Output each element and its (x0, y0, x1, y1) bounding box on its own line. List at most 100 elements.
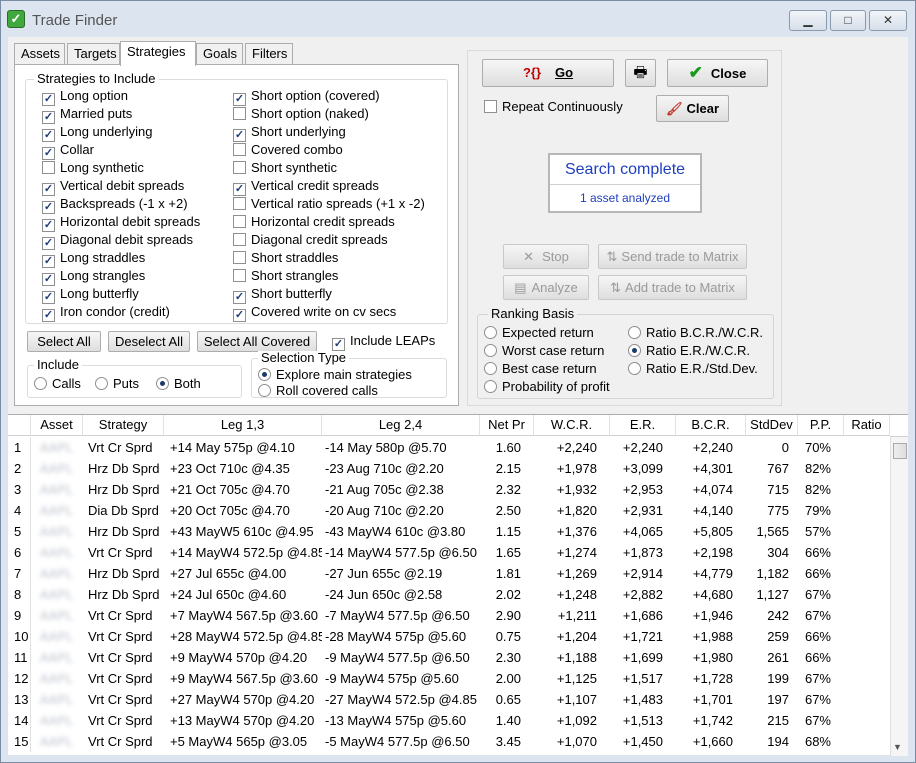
strategy-checkbox-right-7[interactable]: Horizontal credit spreads (233, 214, 395, 230)
close-button[interactable]: ✔ Close (667, 59, 768, 87)
grid-header-10[interactable]: P.P. (798, 415, 844, 436)
table-row[interactable]: 11 AAPL Vrt Cr Sprd +9 MayW4 570p @4.20 -9 M… (8, 647, 890, 668)
send-to-matrix-button[interactable]: ⇅ Send trade to Matrix (598, 244, 747, 269)
analyze-button[interactable]: ▤ Analyze (503, 275, 589, 300)
table-row[interactable]: 13 AAPL Vrt Cr Sprd +27 MayW4 570p @4.20 -27… (8, 689, 890, 710)
strategy-checkbox-left-5[interactable]: ✓ Vertical debit spreads (42, 178, 184, 196)
explore-main-radio[interactable]: Explore main strategies (258, 367, 412, 383)
strategy-checkbox-left-9[interactable]: ✓ Long straddles (42, 250, 146, 268)
strategy-checkbox-left-12[interactable]: ✓ Iron condor (credit) (42, 304, 170, 322)
print-button[interactable]: 🖶 (625, 59, 656, 87)
strategy-label: Short underlying (251, 124, 346, 139)
select-all-button[interactable]: Select All (27, 331, 101, 352)
stop-button[interactable]: ✕ Stop (503, 244, 589, 269)
ranking-option-radio-4[interactable]: Ratio B.C.R./W.C.R. (628, 325, 763, 341)
maximize-button[interactable]: □ (830, 10, 866, 31)
ranking-option-label: Expected return (502, 325, 594, 340)
strategy-checkbox-left-0[interactable]: ✓ Long option (42, 88, 128, 106)
grid-header-1[interactable]: Asset (31, 415, 83, 436)
table-row[interactable]: 5 AAPL Hrz Db Sprd +43 MayW5 610c @4.95 -43 … (8, 521, 890, 542)
grid-header-5[interactable]: Net Pr (480, 415, 534, 436)
grid-header-6[interactable]: W.C.R. (534, 415, 610, 436)
grid-header-8[interactable]: B.C.R. (676, 415, 746, 436)
grid-header-2[interactable]: Strategy (83, 415, 164, 436)
grid-header-3[interactable]: Leg 1,3 (164, 415, 322, 436)
strategy-checkbox-right-11[interactable]: ✓ Short butterfly (233, 286, 332, 304)
strategy-checkbox-right-4[interactable]: Short synthetic (233, 160, 337, 176)
strategy-checkbox-left-1[interactable]: ✓ Married puts (42, 106, 132, 124)
strategy-checkbox-right-1[interactable]: Short option (naked) (233, 106, 369, 122)
tab-goals[interactable]: Goals (196, 43, 243, 65)
strategy-checkbox-right-0[interactable]: ✓ Short option (covered) (233, 88, 380, 106)
clear-button[interactable]: 🖌 Clear (656, 95, 729, 122)
table-cell: 1.15 (495, 524, 521, 539)
add-to-matrix-button[interactable]: ⇅ Add trade to Matrix (598, 275, 747, 300)
table-row[interactable]: 2 AAPL Hrz Db Sprd +23 Oct 710c @4.35 -23 Au… (8, 458, 890, 479)
grid-header-0[interactable] (8, 415, 31, 436)
ranking-option-radio-0[interactable]: Expected return (484, 325, 594, 341)
strategy-checkbox-right-8[interactable]: Diagonal credit spreads (233, 232, 388, 248)
table-row[interactable]: 12 AAPL Vrt Cr Sprd +9 MayW4 567.5p @3.60 -9… (8, 668, 890, 689)
vertical-scrollbar[interactable] (890, 437, 908, 756)
table-row[interactable]: 8 AAPL Hrz Db Sprd +24 Jul 650c @4.60 -24 Ju… (8, 584, 890, 605)
table-row[interactable]: 10 AAPL Vrt Cr Sprd +28 MayW4 572.5p @4.85-… (8, 626, 890, 647)
grid-header-9[interactable]: StdDev (746, 415, 798, 436)
table-cell: +4,301 (692, 461, 733, 476)
grid-header-7[interactable]: E.R. (610, 415, 676, 436)
strategy-label: Long straddles (60, 250, 146, 265)
table-row[interactable]: 9 AAPL Vrt Cr Sprd +7 MayW4 567.5p @3.60 -7 … (8, 605, 890, 626)
grid-header-11[interactable]: Ratio (844, 415, 890, 436)
strategy-checkbox-right-12[interactable]: ✓ Covered write on cv secs (233, 304, 396, 322)
roll-covered-radio[interactable]: Roll covered calls (258, 383, 378, 399)
scroll-down-arrow-icon[interactable]: ▼ (893, 742, 902, 752)
strategy-checkbox-right-9[interactable]: Short straddles (233, 250, 338, 266)
strategy-checkbox-left-10[interactable]: ✓ Long strangles (42, 268, 145, 286)
table-row[interactable]: 15 AAPL Vrt Cr Sprd +5 MayW4 565p @3.05 -5 M… (8, 731, 890, 752)
tab-strategies[interactable]: Strategies (120, 41, 196, 66)
strategy-checkbox-left-4[interactable]: Long synthetic (42, 160, 144, 176)
ranking-option-radio-1[interactable]: Worst case return (484, 343, 604, 359)
strategy-checkbox-right-10[interactable]: Short strangles (233, 268, 338, 284)
strategy-checkbox-right-2[interactable]: ✓ Short underlying (233, 124, 346, 142)
include-calls-radio[interactable]: Calls (34, 376, 81, 392)
select-all-covered-button[interactable]: Select All Covered (197, 331, 317, 352)
repeat-continuously-checkbox[interactable]: Repeat Continuously (484, 99, 623, 115)
minimize-button[interactable]: ▁ (789, 10, 827, 31)
strategy-checkbox-right-3[interactable]: Covered combo (233, 142, 343, 158)
strategy-checkbox-left-3[interactable]: ✓ Collar (42, 142, 94, 160)
ranking-option-radio-2[interactable]: Best case return (484, 361, 597, 377)
include-puts-radio[interactable]: Puts (95, 376, 139, 392)
close-window-button[interactable]: ✕ (869, 10, 907, 31)
table-row[interactable]: 3 AAPL Hrz Db Sprd +21 Oct 705c @4.70 -21 Au… (8, 479, 890, 500)
ranking-option-radio-6[interactable]: Ratio E.R./Std.Dev. (628, 361, 758, 377)
strategy-checkbox-left-11[interactable]: ✓ Long butterfly (42, 286, 139, 304)
strategy-checkbox-left-6[interactable]: ✓ Backspreads (-1 x +2) (42, 196, 188, 214)
table-row[interactable]: 6 AAPL Vrt Cr Sprd +14 MayW4 572.5p @4.85 -1… (8, 542, 890, 563)
tab-filters[interactable]: Filters (245, 43, 293, 65)
include-both-radio[interactable]: Both (156, 376, 201, 392)
include-leaps-checkbox[interactable]: ✓ Include LEAPs (332, 333, 435, 351)
tab-assets[interactable]: Assets (14, 43, 65, 65)
table-cell: AAPL (40, 524, 74, 539)
table-row[interactable]: 4 AAPL Dia Db Sprd +20 Oct 705c @4.70 -20 Au… (8, 500, 890, 521)
strategy-checkbox-left-2[interactable]: ✓ Long underlying (42, 124, 153, 142)
table-cell (844, 500, 890, 521)
ranking-option-radio-5[interactable]: Ratio E.R./W.C.R. (628, 343, 750, 359)
tab-targets[interactable]: Targets (67, 43, 120, 65)
table-row[interactable]: 7 AAPL Hrz Db Sprd +27 Jul 655c @4.00 -27 Ju… (8, 563, 890, 584)
table-cell (844, 647, 890, 668)
table-row[interactable]: 14 AAPL Vrt Cr Sprd +13 MayW4 570p @4.20 -13… (8, 710, 890, 731)
strategy-checkbox-right-5[interactable]: ✓ Vertical credit spreads (233, 178, 379, 196)
table-cell: +1,988 (692, 629, 733, 644)
scrollbar-thumb[interactable] (893, 443, 907, 459)
strategy-label: Long synthetic (60, 160, 144, 175)
status-title: Search complete (550, 155, 700, 185)
strategy-checkbox-right-6[interactable]: Vertical ratio spreads (+1 x -2) (233, 196, 425, 212)
table-row[interactable]: 1 AAPL Vrt Cr Sprd +14 May 575p @4.10 -14 Ma… (8, 437, 890, 458)
strategy-checkbox-left-7[interactable]: ✓ Horizontal debit spreads (42, 214, 200, 232)
ranking-option-radio-3[interactable]: Probability of profit (484, 379, 610, 395)
deselect-all-button[interactable]: Deselect All (108, 331, 190, 352)
grid-header-4[interactable]: Leg 2,4 (322, 415, 480, 436)
go-button[interactable]: ?{} Go (482, 59, 614, 87)
strategy-checkbox-left-8[interactable]: ✓ Diagonal debit spreads (42, 232, 193, 250)
